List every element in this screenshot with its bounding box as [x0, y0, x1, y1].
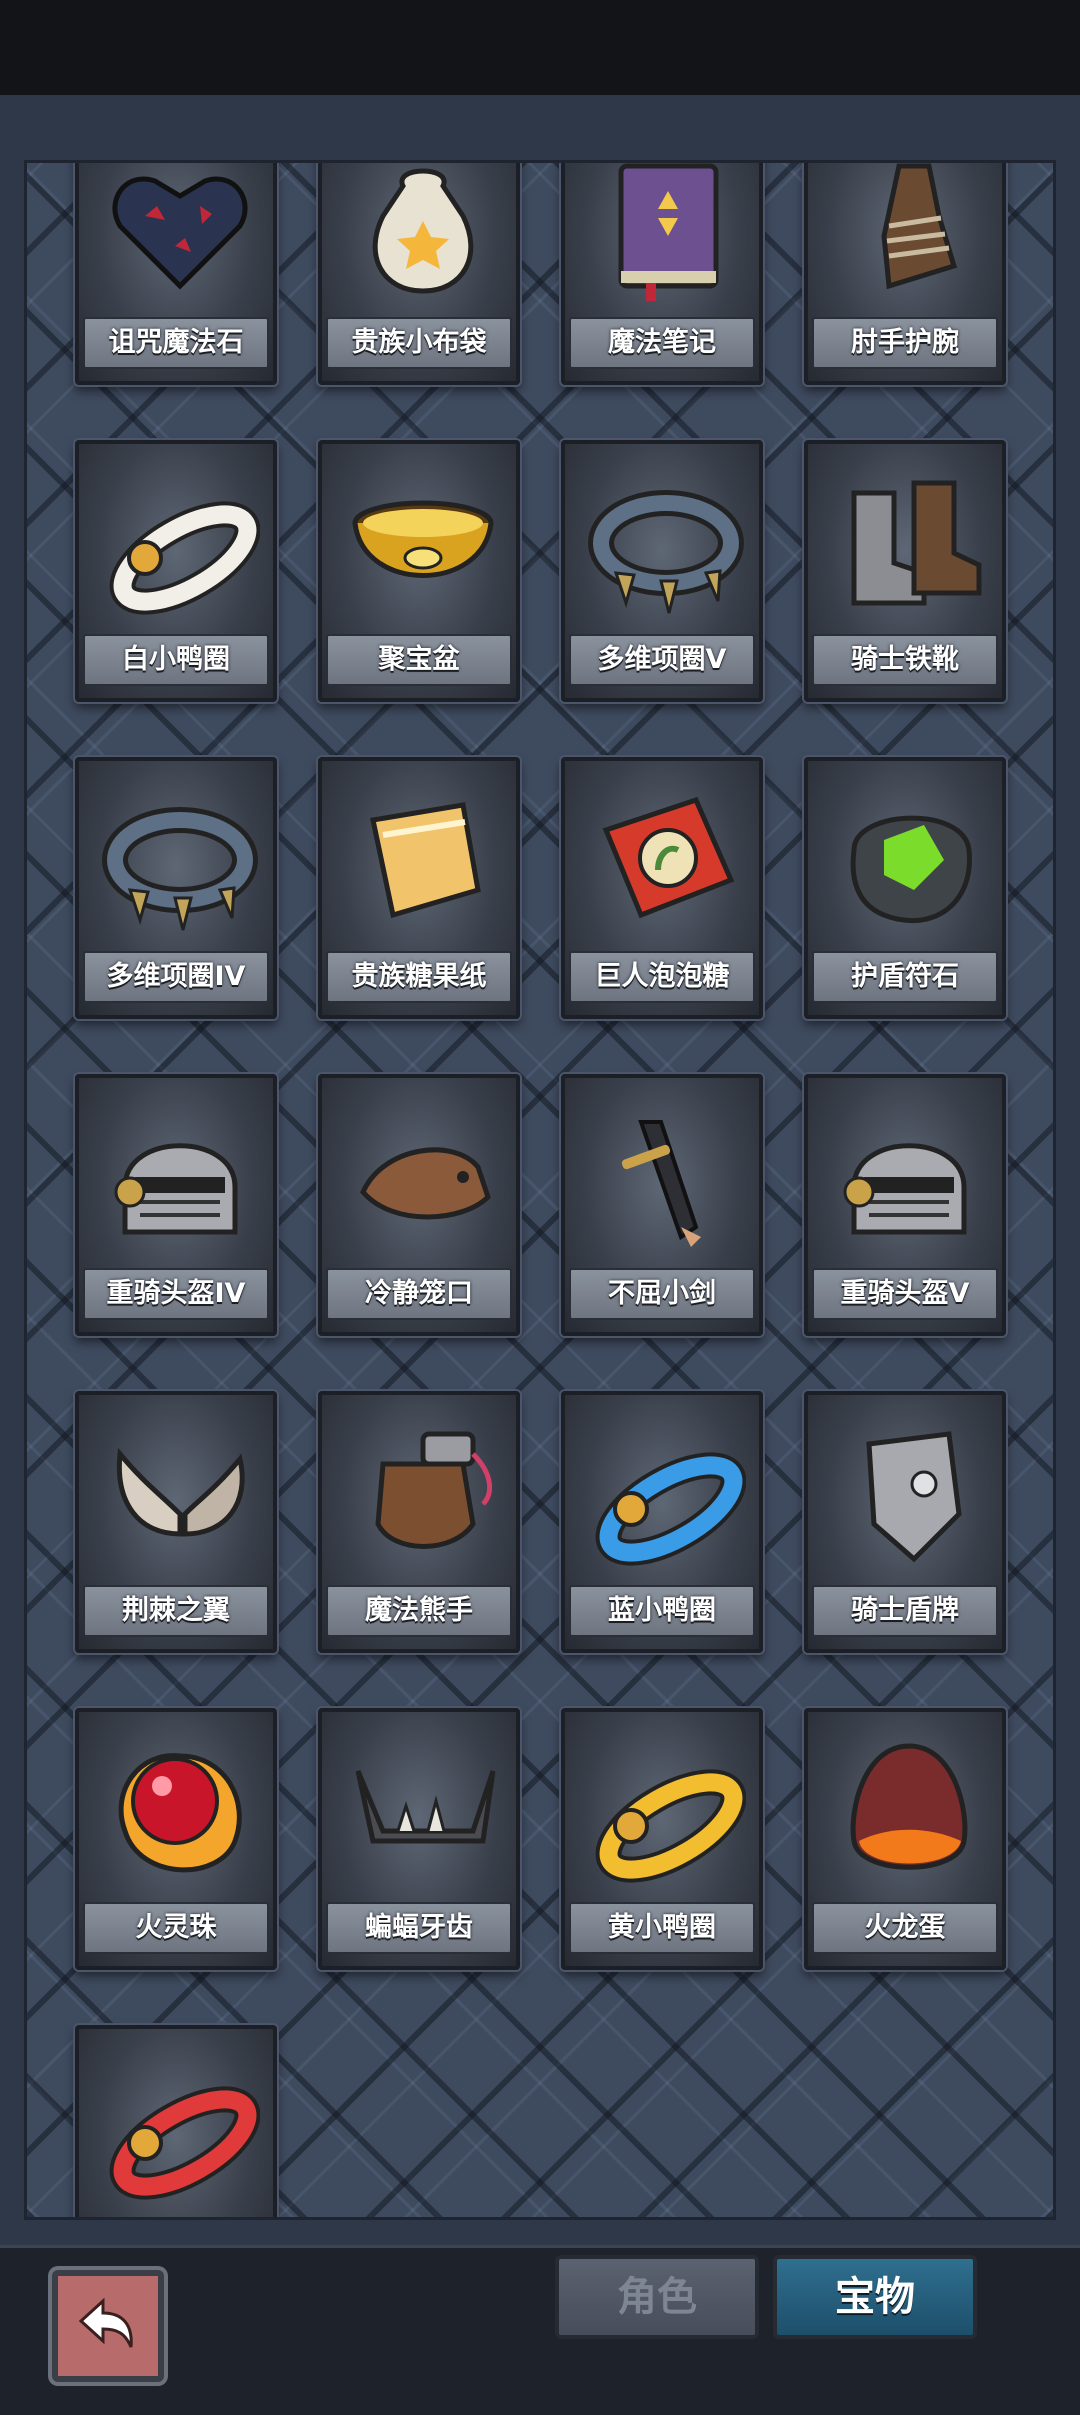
thorn-wings-icon — [99, 1409, 261, 1579]
treasure-name: 骑士铁靴 — [812, 634, 998, 686]
treasure-name: 贵族小布袋 — [326, 317, 512, 369]
treasure-card[interactable]: 蓝小鸭圈 — [561, 1391, 763, 1653]
treasure-name: 魔法熊手 — [326, 1585, 512, 1637]
treasure-bowl-icon — [342, 458, 504, 628]
treasure-card[interactable]: 蝙蝠牙齿 — [318, 1708, 520, 1970]
knight-helmet-icon — [828, 1092, 990, 1262]
treasure-card[interactable]: 肘手护腕 — [804, 163, 1006, 385]
back-button[interactable] — [52, 2270, 164, 2382]
treasure-name: 荆棘之翼 — [83, 1585, 269, 1637]
treasure-name: 巨人泡泡糖 — [569, 951, 755, 1003]
treasure-card[interactable]: 贵族小布袋 — [318, 163, 520, 385]
treasure-name: 重骑头盔V — [812, 1268, 998, 1320]
treasure-card[interactable]: 火灵珠 — [75, 1708, 277, 1970]
treasure-card[interactable]: 火龙蛋 — [804, 1708, 1006, 1970]
treasure-name: 火灵珠 — [83, 1902, 269, 1954]
short-sword-icon — [585, 1092, 747, 1262]
treasure-card[interactable]: 诅咒魔法石 — [75, 163, 277, 385]
treasure-card[interactable]: 多维项圈IV — [75, 757, 277, 1019]
bat-teeth-icon — [342, 1726, 504, 1896]
treasure-name: 聚宝盆 — [326, 634, 512, 686]
treasure-name: 蓝小鸭圈 — [569, 1585, 755, 1637]
red-duck-ring-icon — [99, 2043, 261, 2213]
bear-paw-icon — [342, 1409, 504, 1579]
treasure-name: 冷静笼口 — [326, 1268, 512, 1320]
treasure-card[interactable]: 重骑头盔IV — [75, 1074, 277, 1336]
tab-role[interactable]: 角色 — [555, 2255, 759, 2339]
treasure-name: 肘手护腕 — [812, 317, 998, 369]
treasure-card[interactable]: 重骑头盔V — [804, 1074, 1006, 1336]
muzzle-icon — [342, 1092, 504, 1262]
status-bar — [0, 0, 1080, 95]
treasure-name: 护盾符石 — [812, 951, 998, 1003]
dragon-egg-icon — [828, 1726, 990, 1896]
cursed-heart-stone-icon — [99, 163, 261, 311]
wrist-guard-icon — [828, 163, 990, 311]
iron-boots-icon — [828, 458, 990, 628]
treasure-card[interactable]: 白小鸭圈 — [75, 440, 277, 702]
treasure-name: 多维项圈IV — [83, 951, 269, 1003]
cloth-pouch-icon — [342, 163, 504, 311]
blue-duck-ring-icon — [585, 1409, 747, 1579]
treasure-name: 魔法笔记 — [569, 317, 755, 369]
yellow-duck-ring-icon — [585, 1726, 747, 1896]
knight-helmet-icon — [99, 1092, 261, 1262]
treasure-grid[interactable]: 诅咒魔法石 贵族小布袋 魔法笔记 肘手护腕白小鸭圈 聚宝盆 多维项圈V 骑士铁靴多维项圈IV… — [24, 160, 1056, 2220]
treasure-name: 重骑头盔IV — [83, 1268, 269, 1320]
treasure-card[interactable]: 魔法笔记 — [561, 163, 763, 385]
shield-rune-stone-icon — [828, 775, 990, 945]
treasure-name: 诅咒魔法石 — [83, 317, 269, 369]
treasure-card[interactable]: 护盾符石 — [804, 757, 1006, 1019]
treasure-card[interactable]: 魔法熊手 — [318, 1391, 520, 1653]
treasure-card[interactable]: 不屈小剑 — [561, 1074, 763, 1336]
treasure-name: 骑士盾牌 — [812, 1585, 998, 1637]
tab-treasure[interactable]: 宝物 — [773, 2255, 977, 2339]
treasure-card[interactable]: 骑士铁靴 — [804, 440, 1006, 702]
treasure-card[interactable]: 冷静笼口 — [318, 1074, 520, 1336]
treasure-card[interactable]: 贵族糖果纸 — [318, 757, 520, 1019]
magic-book-icon — [585, 163, 747, 311]
treasure-name: 多维项圈V — [569, 634, 755, 686]
white-duck-ring-icon — [99, 458, 261, 628]
treasure-name: 火龙蛋 — [812, 1902, 998, 1954]
treasure-card[interactable] — [75, 2025, 277, 2217]
knight-shield-icon — [828, 1409, 990, 1579]
spiked-collar-icon — [99, 775, 261, 945]
bubble-gum-box-icon — [585, 775, 747, 945]
treasure-name: 黄小鸭圈 — [569, 1902, 755, 1954]
treasure-card[interactable]: 黄小鸭圈 — [561, 1708, 763, 1970]
treasure-name: 不屈小剑 — [569, 1268, 755, 1320]
treasure-card[interactable]: 聚宝盆 — [318, 440, 520, 702]
back-arrow-icon — [78, 2297, 133, 2348]
treasure-card[interactable]: 巨人泡泡糖 — [561, 757, 763, 1019]
treasure-name: 贵族糖果纸 — [326, 951, 512, 1003]
treasure-card[interactable]: 多维项圈V — [561, 440, 763, 702]
fire-orb-icon — [99, 1726, 261, 1896]
spiked-collar-icon — [585, 458, 747, 628]
treasure-card[interactable]: 荆棘之翼 — [75, 1391, 277, 1653]
treasure-name: 蝙蝠牙齿 — [326, 1902, 512, 1954]
treasure-name: 白小鸭圈 — [83, 634, 269, 686]
treasure-card[interactable]: 骑士盾牌 — [804, 1391, 1006, 1653]
candy-wrapper-icon — [342, 775, 504, 945]
